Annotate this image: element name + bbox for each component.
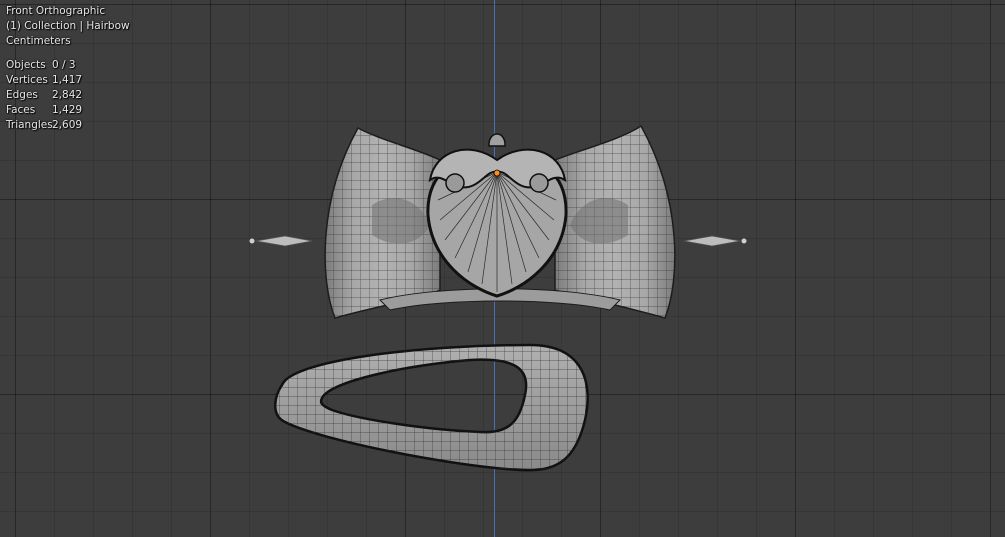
stat-vertices: Vertices 1,417 [6,74,83,86]
collection-name: (1) Collection | Hairbow [6,20,130,32]
hairbow-center-mesh[interactable] [426,133,568,298]
viewport-info-overlay: Front Orthographic (1) Collection | Hair… [6,4,130,133]
view-name: Front Orthographic [6,5,106,17]
stat-triangles: Triangles 2,609 [6,119,83,131]
units-label: Centimeters [6,35,71,47]
3d-viewport[interactable]: Front Orthographic (1) Collection | Hair… [0,0,1005,537]
mesh-canvas[interactable] [0,0,1005,537]
hairclip-mesh[interactable] [274,343,589,472]
stat-edges: Edges 2,842 [6,89,83,101]
stat-faces: Faces 1,429 [6,104,83,116]
empty-gizmo-right[interactable] [683,235,747,247]
object-origin-marker[interactable] [493,169,501,177]
empty-gizmo-left[interactable] [249,235,313,247]
stat-objects: Objects 0 / 3 [6,59,76,71]
